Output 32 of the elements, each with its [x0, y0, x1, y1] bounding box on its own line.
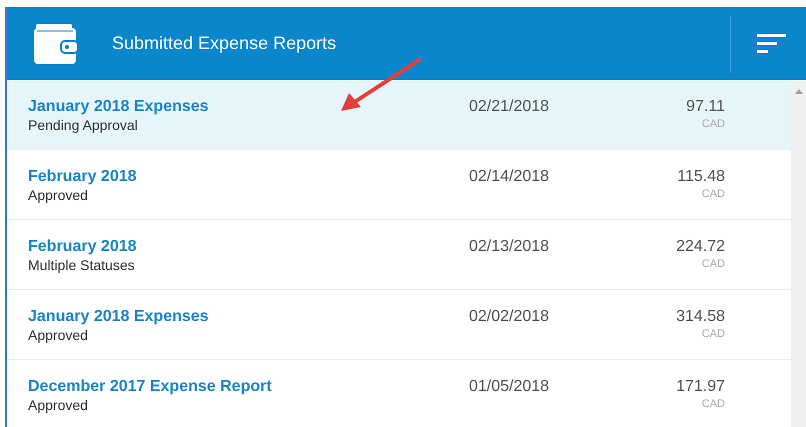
- report-status: Approved: [28, 327, 88, 343]
- report-amount: 115.48: [677, 168, 725, 186]
- report-date: 01/05/2018: [469, 378, 550, 396]
- report-name[interactable]: January 2018 Expenses: [28, 98, 209, 116]
- scroll-up-icon[interactable]: [794, 89, 802, 94]
- report-amount: 224.72: [676, 238, 725, 256]
- report-name[interactable]: February 2018: [28, 238, 137, 256]
- report-status: Approved: [28, 397, 88, 413]
- report-amount: 97.11: [686, 98, 725, 116]
- currency-label: CAD: [702, 118, 725, 130]
- wallet-icon: [33, 22, 79, 64]
- report-row[interactable]: January 2018 Expenses Pending Approval 02/21/2018 97.11 CAD: [7, 80, 791, 150]
- report-amount: 171.97: [676, 378, 725, 396]
- report-date: 02/21/2018: [469, 98, 550, 116]
- currency-label: CAD: [702, 328, 725, 340]
- report-status: Pending Approval: [28, 117, 138, 133]
- header-title: Submitted Expense Reports: [112, 33, 336, 54]
- report-name[interactable]: December 2017 Expense Report: [28, 378, 272, 396]
- filter-icon: [757, 34, 786, 54]
- currency-label: CAD: [702, 258, 725, 270]
- report-name[interactable]: January 2018 Expenses: [28, 308, 209, 326]
- report-status: Approved: [28, 187, 88, 203]
- scrollbar[interactable]: [791, 80, 806, 427]
- currency-label: CAD: [702, 188, 725, 200]
- filter-button[interactable]: [757, 34, 786, 54]
- report-amount: 314.58: [676, 308, 725, 326]
- report-date: 02/14/2018: [469, 168, 550, 186]
- report-name[interactable]: February 2018: [28, 168, 137, 186]
- report-status: Multiple Statuses: [28, 257, 135, 273]
- currency-label: CAD: [702, 398, 725, 410]
- report-date: 02/13/2018: [469, 238, 550, 256]
- report-date: 02/02/2018: [469, 308, 550, 326]
